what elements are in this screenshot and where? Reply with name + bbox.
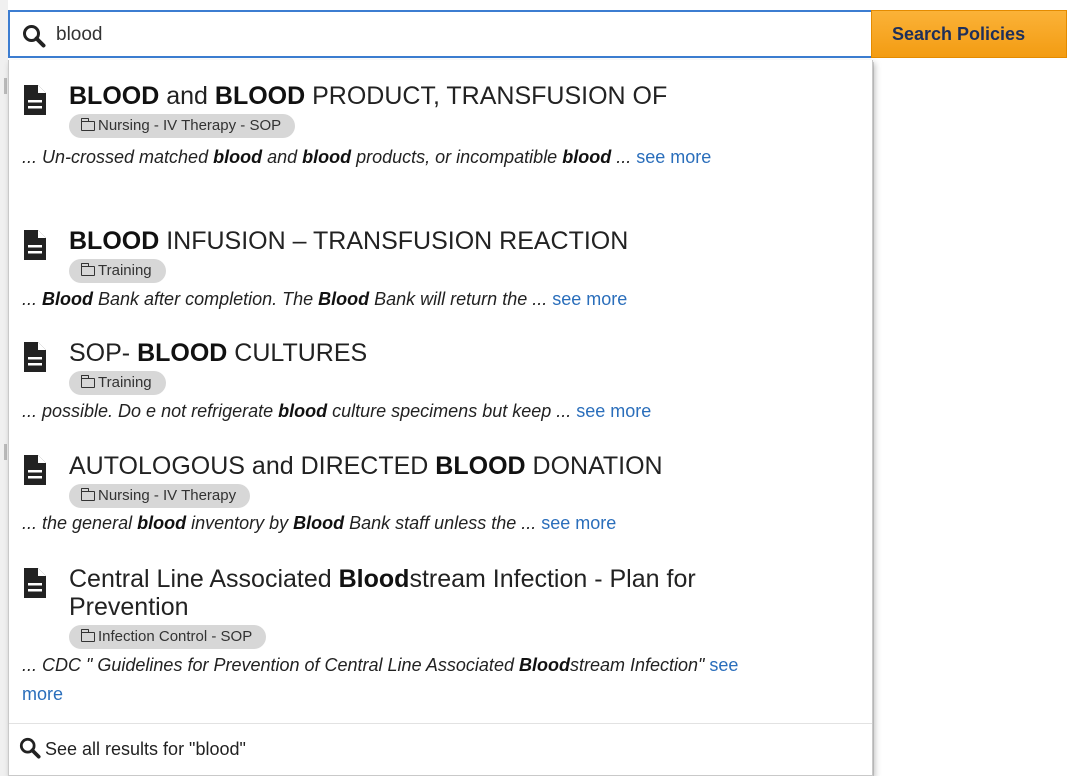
highlight-term: BLOOD [435,452,526,480]
result-snippet: ... possible. Do e not refrigerate blood… [22,397,822,426]
divider [9,723,872,724]
see-more-link[interactable]: see more [552,289,627,309]
result-title[interactable]: AUTOLOGOUS and DIRECTED BLOOD DONATION [69,452,829,480]
folder-icon [80,263,95,276]
document-icon [23,454,47,486]
see-more-link[interactable]: see more [541,513,616,533]
text-segment: inventory by [186,513,294,533]
highlight-term: Blood [293,513,345,533]
search-icon [19,737,41,768]
text-segment: DONATION [525,452,663,480]
text-segment: ... possible. Do e not refrigerate [22,401,279,421]
category-label: Infection Control - SOP [98,628,253,645]
page-background [873,62,1067,776]
document-icon [23,84,47,116]
highlight-term: BLOOD [137,339,228,367]
category-badge: Infection Control - SOP [69,625,267,649]
see-all-results-link[interactable]: See all results for "blood" [19,734,246,764]
search-policies-button[interactable]: Search Policies [871,10,1067,58]
result-title[interactable]: SOP- BLOOD CULTURES [69,339,829,367]
text-segment: Bank staff unless the ... [344,513,542,533]
highlight-term: blood [302,147,352,167]
highlight-term: blood [278,401,328,421]
search-input[interactable] [56,20,756,50]
text-segment: PRODUCT, TRANSFUSION OF [305,82,668,110]
snippet-text: ... Blood Bank after completion. The Blo… [22,289,552,309]
result-snippet: ... CDC " Guidelines for Prevention of C… [22,651,782,709]
see-more-link[interactable]: see more [576,401,651,421]
text-segment: and [159,82,215,110]
category-label: Nursing - IV Therapy - SOP [98,117,282,134]
category-label: Nursing - IV Therapy [98,487,237,504]
category-badge: Nursing - IV Therapy [69,484,251,508]
result-snippet: ... Blood Bank after completion. The Blo… [22,285,822,314]
highlight-term: Blood [338,565,410,593]
document-icon [23,341,47,373]
highlight-term: blood [137,513,187,533]
text-segment: culture specimens but keep ... [327,401,577,421]
text-segment: CULTURES [227,339,368,367]
text-segment: Central Line Associated [69,565,339,593]
search-bar [8,10,871,58]
text-segment: ... [611,147,637,167]
background-strip [0,0,8,776]
text-segment: Bank will return the ... [369,289,553,309]
text-segment: stream Infection" [569,655,710,675]
document-icon [23,229,47,261]
folder-icon [80,629,95,642]
background-mark [4,78,7,94]
text-segment: AUTOLOGOUS and DIRECTED [69,452,436,480]
highlight-term: Blood [318,289,370,309]
text-segment: SOP- [69,339,138,367]
highlight-term: BLOOD [214,82,306,110]
category-label: Training [98,262,152,279]
highlight-term: blood [562,147,612,167]
highlight-term: blood [213,147,263,167]
see-more-link[interactable]: see more [636,147,711,167]
result-title[interactable]: BLOOD INFUSION – TRANSFUSION REACTION [69,227,829,255]
text-segment: ... [22,289,43,309]
result-title[interactable]: BLOOD and BLOOD PRODUCT, TRANSFUSION OF [69,82,829,110]
folder-icon [80,118,95,131]
search-results-dropdown: BLOOD and BLOOD PRODUCT, TRANSFUSION OF … [8,60,873,776]
snippet-text: ... Un-crossed matched blood and blood p… [22,147,636,167]
result-snippet: ... the general blood inventory by Blood… [22,509,822,538]
snippet-text: ... possible. Do e not refrigerate blood… [22,401,576,421]
snippet-text: ... CDC " Guidelines for Prevention of C… [22,655,709,675]
text-segment: ... CDC " Guidelines for Prevention of C… [22,655,519,675]
snippet-text: ... the general blood inventory by Blood… [22,513,541,533]
highlight-term: BLOOD [69,82,160,110]
text-segment: INFUSION – TRANSFUSION REACTION [159,227,629,255]
category-badge: Training [69,371,166,395]
highlight-term: BLOOD [69,227,160,255]
text-segment: Bank after completion. The [93,289,319,309]
text-segment: ... the general [22,513,138,533]
highlight-term: Blood [42,289,94,309]
result-snippet: ... Un-crossed matched blood and blood p… [22,143,822,172]
text-segment: products, or incompatible [351,147,563,167]
document-icon [23,567,47,599]
category-label: Training [98,374,152,391]
folder-icon [80,488,95,501]
background-mark [4,444,7,460]
result-title[interactable]: Central Line Associated Bloodstream Infe… [69,565,809,621]
text-segment: ... Un-crossed matched [22,147,214,167]
category-badge: Nursing - IV Therapy - SOP [69,114,296,138]
see-all-label: See all results for "blood" [45,739,246,759]
highlight-term: Blood [518,655,570,675]
search-icon [22,24,46,48]
text-segment: and [262,147,303,167]
category-badge: Training [69,259,166,283]
folder-icon [80,375,95,388]
